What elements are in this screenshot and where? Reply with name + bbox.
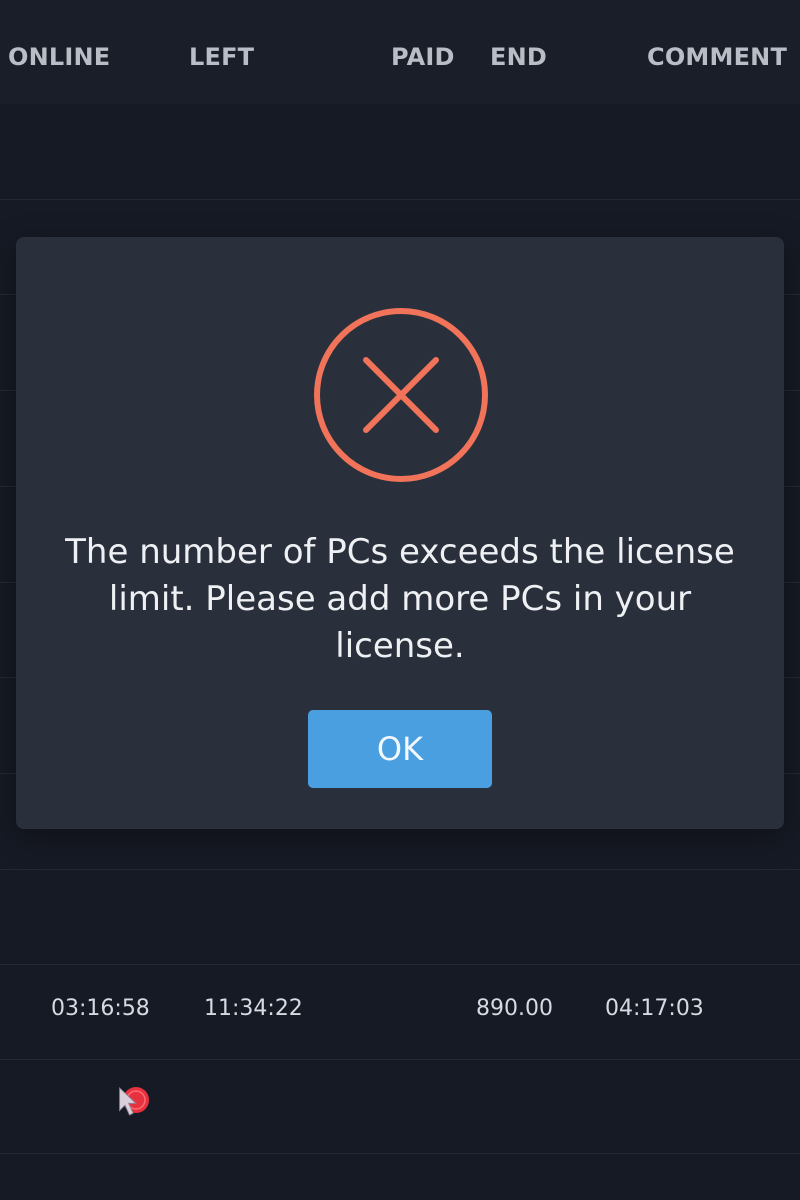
column-header-comment[interactable]: COMMENT [647,43,787,71]
row-divider [0,964,800,965]
row-divider [0,199,800,200]
cell-end: 04:17:03 [605,996,704,1021]
row-divider [0,1153,800,1154]
cell-online: 03:16:58 [51,996,150,1021]
table-header: ONLINE LEFT PAID END COMMENT [0,0,800,104]
column-header-online[interactable]: ONLINE [8,43,110,71]
row-divider [0,869,800,870]
row-divider [0,1059,800,1060]
cell-left: 11:34:22 [204,996,303,1021]
mouse-cursor-icon [119,1086,149,1116]
column-header-end[interactable]: END [490,43,547,71]
dialog-message: The number of PCs exceeds the license li… [65,532,735,666]
error-x-circle-icon [314,308,488,482]
column-header-paid[interactable]: PAID [391,43,455,71]
license-error-dialog: The number of PCs exceeds the license li… [16,237,784,829]
column-header-left[interactable]: LEFT [189,43,254,71]
app-window: ONLINE LEFT PAID END COMMENT 03:16:58 11… [0,0,800,1200]
ok-button[interactable]: OK [308,710,492,788]
cell-paid: 890.00 [476,996,553,1021]
